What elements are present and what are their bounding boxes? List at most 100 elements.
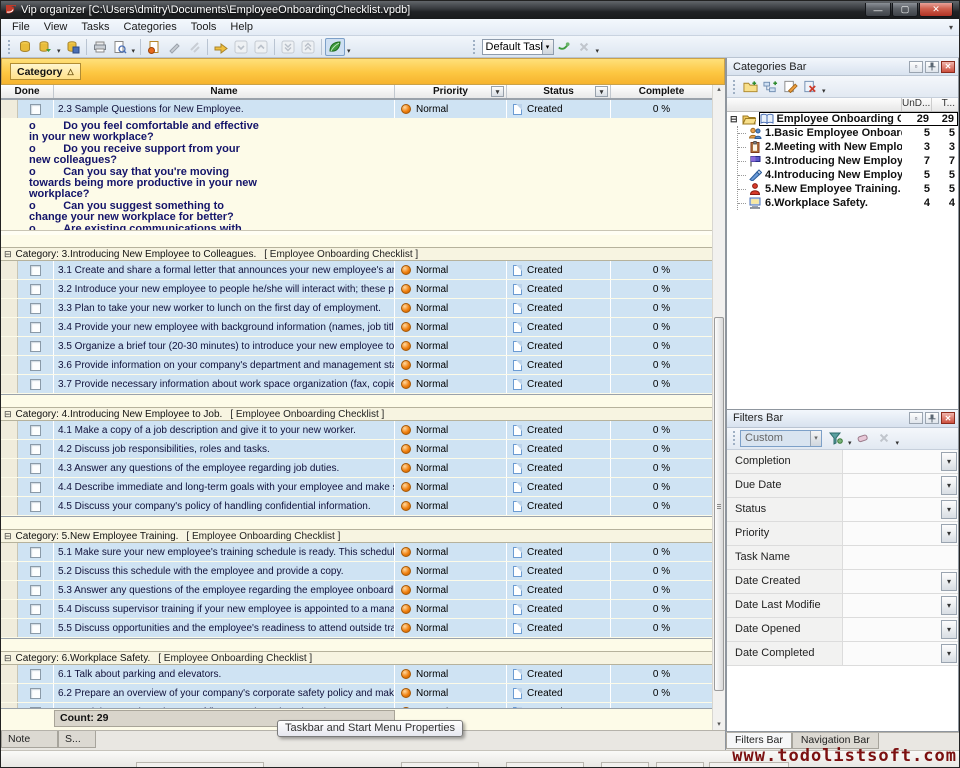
panel-pin-icon[interactable]: [925, 61, 939, 73]
task-row[interactable]: 3.2 Introduce your new employee to peopl…: [1, 280, 725, 299]
remove-filter-button[interactable]: [874, 429, 894, 447]
task-row[interactable]: 4.2 Discuss job responsibilities, roles …: [1, 440, 725, 459]
apply-filter-button[interactable]: [826, 429, 846, 447]
task-row[interactable]: 3.6 Provide information on your company'…: [1, 356, 725, 375]
panel-close-icon[interactable]: ✕: [941, 412, 955, 424]
filter-value-cell[interactable]: ▾: [843, 570, 958, 593]
task-row[interactable]: 6.1 Talk about parking and elevators. No…: [1, 665, 725, 684]
filter-value-cell[interactable]: ▾: [843, 474, 958, 497]
print-button[interactable]: [90, 38, 110, 56]
done-checkbox[interactable]: [30, 707, 41, 709]
new-database-button[interactable]: [15, 38, 35, 56]
column-total[interactable]: T...: [932, 98, 958, 111]
filter-dropdown-icon[interactable]: ▾: [941, 644, 957, 663]
menu-help[interactable]: Help: [223, 20, 260, 34]
task-row[interactable]: 6.2 Prepare an overview of your company'…: [1, 684, 725, 703]
new-subcategory-button[interactable]: [760, 78, 780, 96]
scroll-up-icon[interactable]: ▴: [714, 85, 724, 95]
panel-dock-icon[interactable]: ▫: [909, 412, 923, 424]
task-row[interactable]: 2.3 Sample Questions for New Employee. N…: [1, 100, 725, 119]
open-database-button[interactable]: [35, 38, 55, 56]
move-up-button[interactable]: [251, 38, 271, 56]
filters-bar-titlebar[interactable]: Filters Bar ▫ ✕: [727, 410, 958, 428]
tree-category-row[interactable]: 6.Workplace Safety. 4 4: [738, 196, 958, 210]
done-checkbox[interactable]: [30, 604, 41, 615]
done-checkbox[interactable]: [30, 265, 41, 276]
toolbar-grip[interactable]: [8, 40, 12, 54]
task-row[interactable]: 3.7 Provide necessary information about …: [1, 375, 725, 394]
task-row[interactable]: 3.1 Create and share a formal letter tha…: [1, 261, 725, 280]
task-row[interactable]: 6.3 Explain procedures in case of fire, …: [1, 703, 725, 708]
menu-tools[interactable]: Tools: [184, 20, 224, 34]
task-row[interactable]: 5.5 Discuss opportunities and the employ…: [1, 619, 725, 638]
filter-preset-combo[interactable]: Custom ▾: [740, 430, 822, 447]
filter-value-cell[interactable]: [843, 546, 958, 569]
done-checkbox[interactable]: [30, 104, 41, 115]
status-filter-dropdown-icon[interactable]: ▾: [595, 86, 608, 97]
move-down-button[interactable]: [231, 38, 251, 56]
panel-pin-icon[interactable]: [925, 412, 939, 424]
filter-dropdown-icon[interactable]: ▾: [941, 596, 957, 615]
tree-category-row[interactable]: 1.Basic Employee Onboarding 5 5: [738, 126, 958, 140]
collapse-icon[interactable]: ⊟: [4, 249, 12, 260]
column-header-status[interactable]: Status ▾: [507, 85, 611, 98]
vertical-scrollbar[interactable]: ▴ ▾: [712, 85, 725, 730]
done-checkbox[interactable]: [30, 547, 41, 558]
apply-view-button[interactable]: [554, 38, 574, 56]
new-category-button[interactable]: [740, 78, 760, 96]
apply-filter-dropdown-icon[interactable]: ▾: [846, 439, 854, 447]
done-checkbox[interactable]: [30, 284, 41, 295]
menu-file[interactable]: File: [5, 20, 37, 34]
task-row[interactable]: 5.4 Discuss supervisor training if your …: [1, 600, 725, 619]
done-checkbox[interactable]: [30, 379, 41, 390]
close-button[interactable]: ✕: [919, 3, 953, 17]
clear-view-button[interactable]: [574, 38, 594, 56]
save-database-button[interactable]: [63, 38, 83, 56]
priority-filter-dropdown-icon[interactable]: ▾: [491, 86, 504, 97]
collapse-icon[interactable]: ⊟: [4, 531, 12, 542]
complete-task-button[interactable]: [211, 38, 231, 56]
done-checkbox[interactable]: [30, 425, 41, 436]
delete-task-button[interactable]: [184, 38, 204, 56]
filter-value-cell[interactable]: ▾: [843, 450, 958, 473]
task-view-dropdown-icon[interactable]: ▾: [542, 40, 553, 54]
column-header-name[interactable]: Name: [54, 85, 395, 98]
minimize-button[interactable]: —: [865, 3, 891, 17]
task-row[interactable]: 3.3 Plan to take your new worker to lunc…: [1, 299, 725, 318]
done-checkbox[interactable]: [30, 360, 41, 371]
tree-category-row[interactable]: 5.New Employee Training. 5 5: [738, 182, 958, 196]
category-group-header[interactable]: ⊟ Category: 6.Workplace Safety. [ Employ…: [1, 651, 725, 665]
tab-note[interactable]: Note: [1, 731, 58, 748]
new-task-button[interactable]: [144, 38, 164, 56]
scrollbar-thumb[interactable]: [714, 317, 724, 691]
done-checkbox[interactable]: [30, 463, 41, 474]
edit-category-button[interactable]: [780, 78, 800, 96]
maximize-button[interactable]: ▢: [892, 3, 918, 17]
categories-bar-titlebar[interactable]: Categories Bar ▫ ✕: [727, 58, 958, 76]
categories-toolbar-overflow-icon[interactable]: ▾: [820, 87, 828, 95]
task-view-combo[interactable]: Default Task V ▾: [482, 39, 554, 55]
done-checkbox[interactable]: [30, 482, 41, 493]
done-checkbox[interactable]: [30, 303, 41, 314]
collapse-icon[interactable]: ⊟: [4, 653, 12, 664]
tree-category-row[interactable]: 2.Meeting with New Employee 3 3: [738, 140, 958, 154]
view-mode-dropdown-icon[interactable]: ▾: [345, 47, 353, 55]
menu-view[interactable]: View: [37, 20, 75, 34]
category-group-header[interactable]: ⊟ Category: 4.Introducing New Employee t…: [1, 407, 725, 421]
clear-filter-button[interactable]: [854, 429, 874, 447]
filter-value-cell[interactable]: ▾: [843, 642, 958, 665]
task-row[interactable]: 3.4 Provide your new employee with backg…: [1, 318, 725, 337]
menu-overflow-icon[interactable]: ▾: [949, 23, 953, 32]
done-checkbox[interactable]: [30, 623, 41, 634]
print-preview-button[interactable]: [110, 38, 130, 56]
done-checkbox[interactable]: [30, 566, 41, 577]
delete-category-button[interactable]: [800, 78, 820, 96]
filter-value-cell[interactable]: ▾: [843, 594, 958, 617]
tree-root-row[interactable]: ⊟ Employee Onboarding Checklis 29 29: [727, 112, 958, 126]
done-checkbox[interactable]: [30, 501, 41, 512]
done-checkbox[interactable]: [30, 585, 41, 596]
category-group-header[interactable]: ⊟ Category: 5.New Employee Training. [ E…: [1, 529, 725, 543]
filter-dropdown-icon[interactable]: ▾: [941, 452, 957, 471]
filter-value-cell[interactable]: ▾: [843, 498, 958, 521]
filter-dropdown-icon[interactable]: ▾: [941, 524, 957, 543]
